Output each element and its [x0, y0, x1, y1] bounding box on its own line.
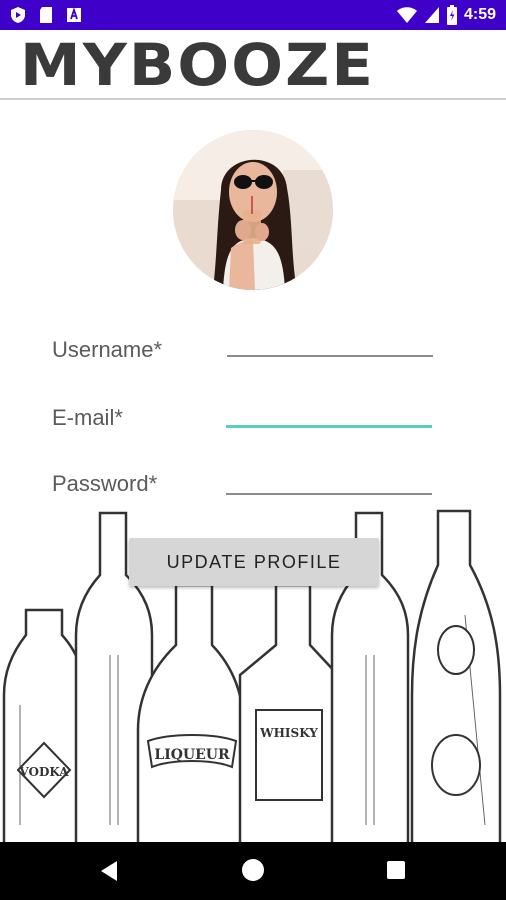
home-icon[interactable] [242, 859, 264, 881]
update-profile-button[interactable]: UPDATE PROFILE [129, 538, 379, 586]
password-label: Password* [52, 471, 158, 496]
back-icon[interactable] [100, 860, 118, 882]
navigation-bar [0, 842, 506, 900]
username-field[interactable] [227, 355, 433, 357]
shield-notification-icon [11, 7, 25, 23]
recent-apps-icon[interactable] [387, 861, 405, 879]
username-label: Username* [52, 337, 163, 362]
whisky-label: WHISKY [259, 726, 318, 740]
app-title: MYBOOZE [20, 31, 376, 99]
email-label: E-mail* [52, 405, 123, 430]
wifi-icon [396, 7, 417, 23]
avatar[interactable] [173, 130, 333, 290]
profile-photo [173, 130, 333, 290]
app-header: MYBOOZE [0, 30, 506, 100]
status-bar: 4:59 [0, 0, 506, 30]
sd-card-icon [40, 7, 52, 23]
password-field[interactable] [226, 493, 432, 495]
liqueur-label: LIQUEUR [154, 747, 230, 763]
signal-icon [424, 7, 439, 23]
system-icons: 4:59 [396, 5, 496, 25]
notification-icons [10, 6, 82, 24]
status-time: 4:59 [463, 6, 496, 23]
a-notification-icon [67, 7, 81, 22]
email-field[interactable] [226, 425, 432, 428]
vodka-label: VODKA [18, 765, 69, 779]
battery-icon [446, 5, 457, 25]
